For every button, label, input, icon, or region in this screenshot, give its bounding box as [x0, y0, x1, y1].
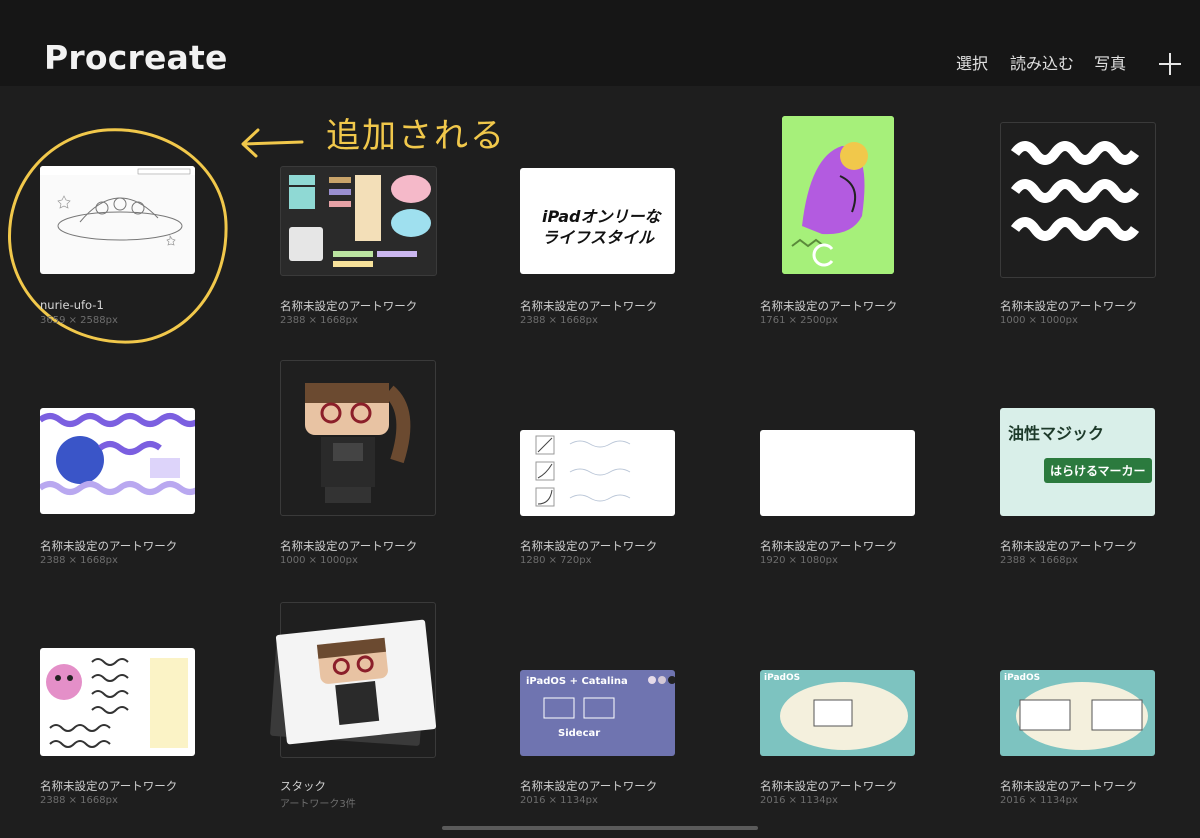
- artwork-name: 名称未設定のアートワーク: [520, 299, 658, 313]
- artwork-size: 1000 × 1000px: [1000, 315, 1078, 326]
- artwork-size: 2388 × 1668px: [40, 795, 118, 806]
- artwork-item[interactable]: 名称未設定のアートワーク 1000 × 1000px: [280, 360, 480, 588]
- home-indicator: [442, 826, 758, 830]
- artwork-thumbnail[interactable]: iPadOS + Catalina Sidecar: [520, 670, 675, 756]
- select-button[interactable]: 選択: [956, 52, 988, 76]
- artwork-size: 1920 × 1080px: [760, 555, 838, 566]
- artwork-item[interactable]: iPadオンリーな ライフスタイル 名称未設定のアートワーク 2388 × 16…: [520, 128, 720, 348]
- artwork-size: 2388 × 1668px: [520, 315, 598, 326]
- thumbnail-text: Sidecar: [558, 728, 601, 739]
- artwork-size: 1761 × 2500px: [760, 315, 838, 326]
- artwork-item[interactable]: 名称未設定のアートワーク 2388 × 1668px: [280, 128, 480, 348]
- thumbnail-text: 油性マジック: [1008, 424, 1105, 443]
- artwork-name: 名称未設定のアートワーク: [1000, 779, 1138, 793]
- artwork-name: 名称未設定のアートワーク: [280, 539, 418, 553]
- artwork-size: 2016 × 1134px: [1000, 795, 1078, 806]
- stack-name: スタック: [280, 779, 326, 793]
- plus-icon[interactable]: [1158, 52, 1182, 76]
- artwork-thumbnail[interactable]: iPadOS: [760, 670, 915, 756]
- artwork-thumbnail[interactable]: iPadオンリーな ライフスタイル: [520, 168, 675, 274]
- artwork-item[interactable]: 名称未設定のアートワーク 1920 × 1080px: [760, 368, 960, 588]
- artwork-thumbnail[interactable]: [40, 166, 195, 274]
- artwork-thumbnail[interactable]: [760, 430, 915, 516]
- artwork-size: 2388 × 1668px: [40, 555, 118, 566]
- artwork-name: nurie-ufo-1: [40, 298, 104, 312]
- artwork-item[interactable]: iPadOS 名称未設定のアートワーク 2016 × 1134px: [1000, 608, 1200, 828]
- artwork-name: 名称未設定のアートワーク: [280, 299, 418, 313]
- artwork-item[interactable]: iPadOS + Catalina Sidecar 名称未設定のアートワーク 2…: [520, 608, 720, 828]
- stack-thumbnail[interactable]: [269, 602, 437, 758]
- artwork-size: 1280 × 720px: [520, 555, 592, 566]
- thumbnail-text: ライフスタイル: [542, 228, 655, 247]
- artwork-item[interactable]: 名称未設定のアートワーク 2388 × 1668px: [40, 608, 240, 828]
- artwork-size: 3659 × 2588px: [40, 315, 118, 326]
- artwork-item[interactable]: 名称未設定のアートワーク 1761 × 2500px: [760, 116, 960, 348]
- artwork-item[interactable]: 油性マジック はらけるマーカー 名称未設定のアートワーク 2388 × 1668…: [1000, 368, 1200, 588]
- artwork-item[interactable]: nurie-ufo-1 3659 × 2588px: [40, 128, 240, 348]
- artwork-size: 1000 × 1000px: [280, 555, 358, 566]
- artwork-name: 名称未設定のアートワーク: [760, 779, 898, 793]
- artwork-thumbnail[interactable]: iPadOS: [1000, 670, 1155, 756]
- artwork-thumbnail[interactable]: [520, 430, 675, 516]
- app-title: Procreate: [44, 38, 228, 77]
- artwork-thumbnail[interactable]: [280, 360, 436, 516]
- import-button[interactable]: 読み込む: [1010, 52, 1074, 76]
- stack-item[interactable]: スタック アートワーク3件: [269, 602, 480, 828]
- artwork-item[interactable]: 名称未設定のアートワーク 1280 × 720px: [520, 368, 720, 588]
- artwork-name: 名称未設定のアートワーク: [520, 779, 658, 793]
- artwork-size: 2016 × 1134px: [760, 795, 838, 806]
- artwork-item[interactable]: 名称未設定のアートワーク 2388 × 1668px: [40, 368, 240, 588]
- artwork-name: 名称未設定のアートワーク: [520, 539, 658, 553]
- artwork-name: 名称未設定のアートワーク: [760, 299, 898, 313]
- artwork-thumbnail[interactable]: [280, 166, 437, 276]
- artwork-thumbnail[interactable]: [40, 408, 195, 514]
- artwork-thumbnail[interactable]: [40, 648, 195, 756]
- artwork-item[interactable]: 名称未設定のアートワーク 1000 × 1000px: [1000, 122, 1200, 348]
- artwork-thumbnail[interactable]: [1000, 122, 1156, 278]
- artwork-item[interactable]: iPadOS 名称未設定のアートワーク 2016 × 1134px: [760, 608, 960, 828]
- thumbnail-text: はらけるマーカー: [1044, 458, 1152, 483]
- artwork-thumbnail[interactable]: [782, 116, 894, 274]
- artwork-name: 名称未設定のアートワーク: [40, 779, 178, 793]
- artwork-name: 名称未設定のアートワーク: [40, 539, 178, 553]
- stack-count: アートワーク3件: [280, 799, 356, 810]
- artwork-size: 2388 × 1668px: [1000, 555, 1078, 566]
- artwork-name: 名称未設定のアートワーク: [1000, 299, 1138, 313]
- artwork-thumbnail[interactable]: 油性マジック はらけるマーカー: [1000, 408, 1155, 516]
- artwork-size: 2016 × 1134px: [520, 795, 598, 806]
- artwork-name: 名称未設定のアートワーク: [1000, 539, 1138, 553]
- artwork-name: 名称未設定のアートワーク: [760, 539, 898, 553]
- top-bar: Procreate 選択 読み込む 写真: [0, 0, 1200, 86]
- photo-button[interactable]: 写真: [1094, 52, 1126, 76]
- artwork-size: 2388 × 1668px: [280, 315, 358, 326]
